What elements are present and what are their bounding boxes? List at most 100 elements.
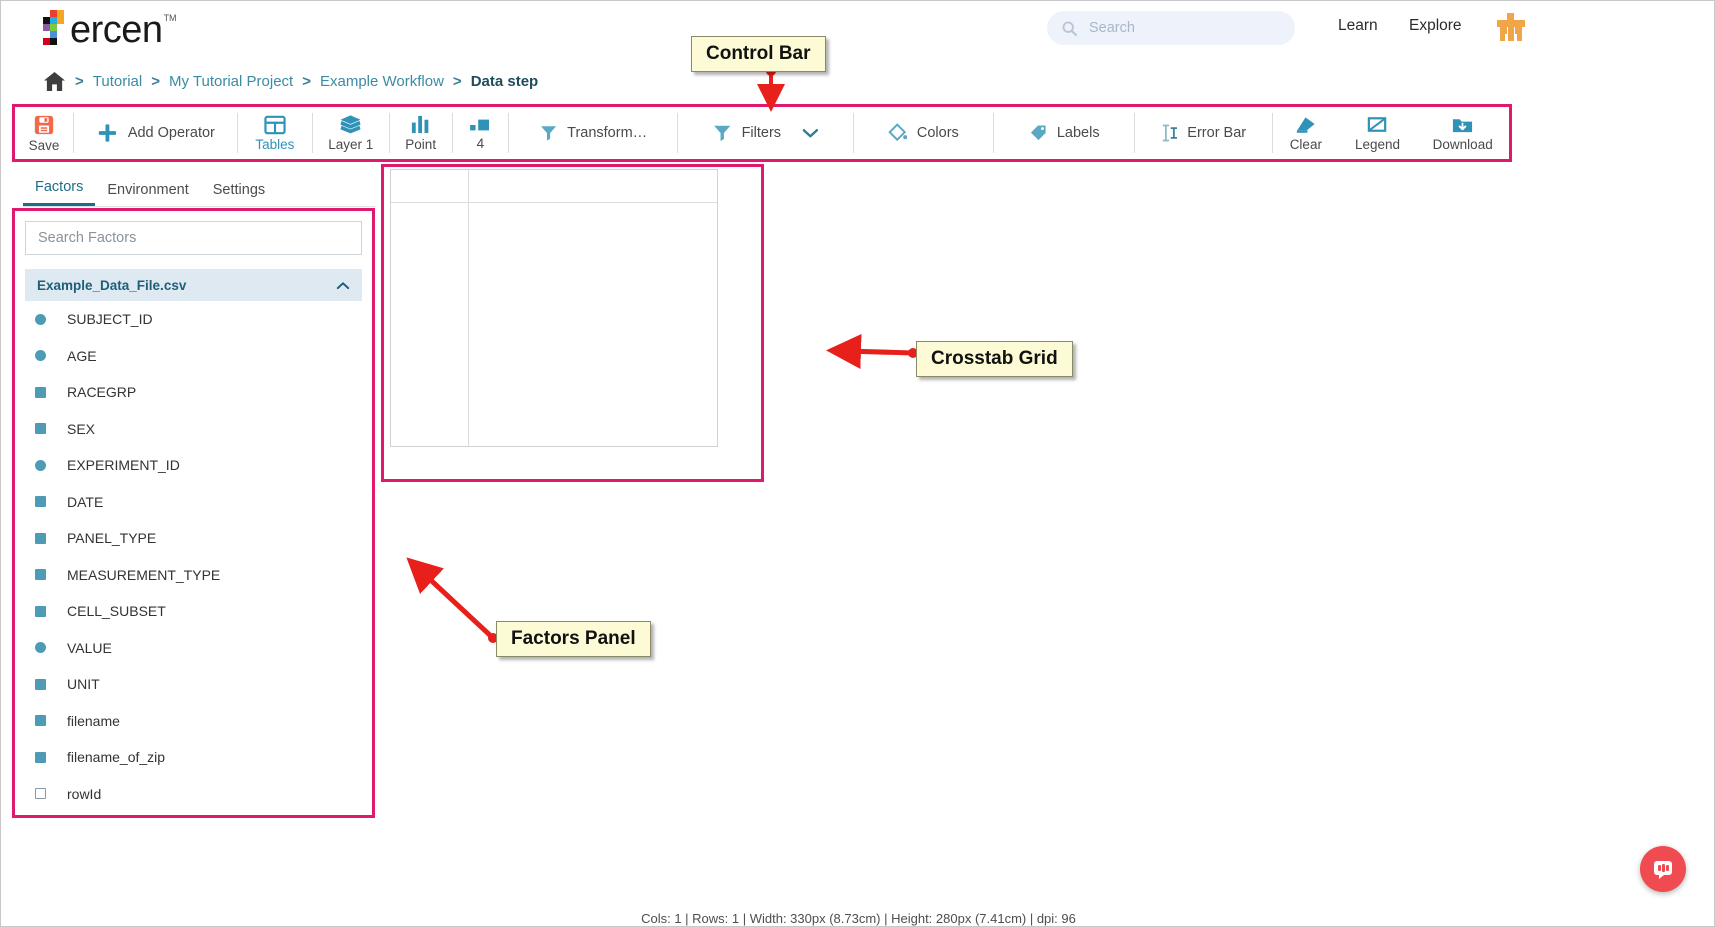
- breadcrumb-item-tutorial[interactable]: Tutorial: [93, 73, 142, 90]
- legend-button[interactable]: Legend: [1339, 107, 1417, 159]
- labels-label: Labels: [1056, 125, 1100, 141]
- factor-label: filename: [67, 712, 120, 729]
- download-label: Download: [1432, 136, 1493, 152]
- error-bar-button[interactable]: Error Bar: [1135, 107, 1273, 159]
- crosstab-grid[interactable]: [390, 169, 718, 447]
- logo-mark-icon: [43, 10, 69, 48]
- factor-row[interactable]: VALUE: [15, 630, 372, 667]
- factor-list: SUBJECT_ID AGE RACEGRP SEX EXPERIMENT_ID DATE…: [15, 301, 372, 812]
- download-folder-icon: [1453, 118, 1473, 132]
- transform-label: Transform…: [567, 125, 648, 141]
- colors-label: Colors: [916, 125, 959, 141]
- search-factors-input[interactable]: [36, 229, 351, 247]
- intercom-launcher[interactable]: [1640, 846, 1686, 892]
- factor-row[interactable]: EXPERIMENT_ID: [15, 447, 372, 484]
- factor-label: RACEGRP: [67, 384, 137, 401]
- funnel-icon: [540, 126, 557, 141]
- factor-row[interactable]: UNIT: [15, 666, 372, 703]
- factor-marker-circle-icon: [35, 350, 46, 362]
- factor-row[interactable]: RACEGRP: [15, 374, 372, 411]
- status-bar: Cols: 1 | Rows: 1 | Width: 330px (8.73cm…: [1, 904, 1714, 926]
- breadcrumb-sep-3: >: [452, 72, 462, 90]
- chevron-down-icon[interactable]: [802, 127, 819, 139]
- factor-file-name: Example_Data_File.csv: [37, 277, 187, 293]
- factor-marker-square-icon: [35, 496, 46, 508]
- size-label: 4: [476, 135, 485, 151]
- save-button[interactable]: Save: [15, 107, 73, 159]
- status-bar-text: Cols: 1 | Rows: 1 | Width: 330px (8.73cm…: [641, 911, 1076, 926]
- factor-row[interactable]: filename_of_zip: [15, 739, 372, 776]
- factor-row[interactable]: PANEL_TYPE: [15, 520, 372, 557]
- callout-factors-panel: Factors Panel: [496, 621, 651, 657]
- factor-row[interactable]: CELL_SUBSET: [15, 593, 372, 630]
- size-button[interactable]: 4: [453, 107, 508, 159]
- factor-marker-square-icon: [35, 423, 46, 435]
- tercen-logo[interactable]: ercen TM: [43, 10, 177, 50]
- avatar[interactable]: [1497, 13, 1525, 41]
- download-button[interactable]: Download: [1416, 107, 1509, 159]
- factor-label: SEX: [67, 420, 96, 437]
- search-input[interactable]: [1087, 19, 1281, 37]
- breadcrumb-item-project[interactable]: My Tutorial Project: [169, 73, 293, 90]
- factor-label: AGE: [67, 347, 97, 364]
- crosstab-corner-cell[interactable]: [391, 170, 469, 202]
- clear-label: Clear: [1289, 136, 1322, 152]
- factor-label: UNIT: [67, 676, 100, 693]
- factor-marker-square-icon: [35, 386, 46, 398]
- chevron-up-icon[interactable]: [336, 281, 350, 290]
- factor-marker-square-icon: [35, 751, 46, 763]
- nav-learn[interactable]: Learn: [1338, 17, 1378, 35]
- breadcrumb-item-workflow[interactable]: Example Workflow: [320, 73, 444, 90]
- save-icon: [34, 115, 54, 134]
- colors-button[interactable]: Colors: [854, 107, 993, 159]
- tag-icon: [1030, 125, 1046, 141]
- factor-row[interactable]: MEASUREMENT_TYPE: [15, 557, 372, 594]
- tab-environment[interactable]: Environment: [95, 176, 200, 206]
- funnel-icon: [714, 125, 731, 142]
- callout-control-bar: Control Bar: [691, 36, 826, 72]
- factor-marker-square-icon: [35, 569, 46, 581]
- global-search[interactable]: [1047, 11, 1295, 45]
- control-bar: Save Add Operator Tables Layer 1 Point 4…: [15, 107, 1509, 159]
- layer-label: Layer 1: [328, 137, 374, 152]
- factor-label: filename_of_zip: [67, 749, 166, 766]
- nav-explore[interactable]: Explore: [1409, 17, 1462, 35]
- add-operator-label: Add Operator: [127, 125, 215, 141]
- tab-settings[interactable]: Settings: [201, 176, 277, 206]
- tables-label: Tables: [255, 136, 295, 152]
- crosstab-row-header-cell[interactable]: [391, 203, 469, 446]
- filters-button[interactable]: Filters: [678, 107, 853, 159]
- filters-label: Filters: [741, 125, 782, 141]
- home-icon[interactable]: [43, 71, 66, 92]
- tables-button[interactable]: Tables: [238, 107, 312, 159]
- breadcrumb-sep-1: >: [151, 72, 160, 90]
- tab-factors[interactable]: Factors: [23, 173, 96, 206]
- factor-row[interactable]: SUBJECT_ID: [15, 301, 372, 338]
- search-factors-field[interactable]: [25, 221, 362, 255]
- factor-row[interactable]: SEX: [15, 411, 372, 448]
- labels-button[interactable]: Labels: [994, 107, 1134, 159]
- factor-row[interactable]: DATE: [15, 484, 372, 521]
- factor-marker-circle-icon: [35, 313, 46, 325]
- search-icon: [1062, 21, 1078, 36]
- crosstab-column-header-cell[interactable]: [469, 170, 717, 202]
- factor-marker-square-icon: [35, 715, 46, 727]
- layer-button[interactable]: Layer 1: [313, 107, 389, 159]
- crosstab-data-cell[interactable]: [469, 203, 717, 446]
- add-operator-button[interactable]: Add Operator: [74, 107, 237, 159]
- point-button[interactable]: Point: [390, 107, 452, 159]
- table-grid-icon: [264, 115, 286, 134]
- crosstab-body-row: [391, 203, 717, 446]
- factor-label: EXPERIMENT_ID: [67, 457, 180, 474]
- breadcrumb-item-data-step: Data step: [470, 72, 539, 90]
- factor-row[interactable]: AGE: [15, 338, 372, 375]
- transform-button[interactable]: Transform…: [509, 107, 677, 159]
- chat-bubble-icon: [1654, 861, 1672, 879]
- factor-row[interactable]: rowId: [15, 776, 372, 813]
- factor-file-header[interactable]: Example_Data_File.csv: [25, 269, 362, 301]
- factor-label: CELL_SUBSET: [67, 603, 166, 620]
- clear-button[interactable]: Clear: [1273, 107, 1338, 159]
- error-bar-icon: [1162, 124, 1177, 142]
- factor-row[interactable]: filename: [15, 703, 372, 740]
- factor-label: rowId: [67, 785, 102, 802]
